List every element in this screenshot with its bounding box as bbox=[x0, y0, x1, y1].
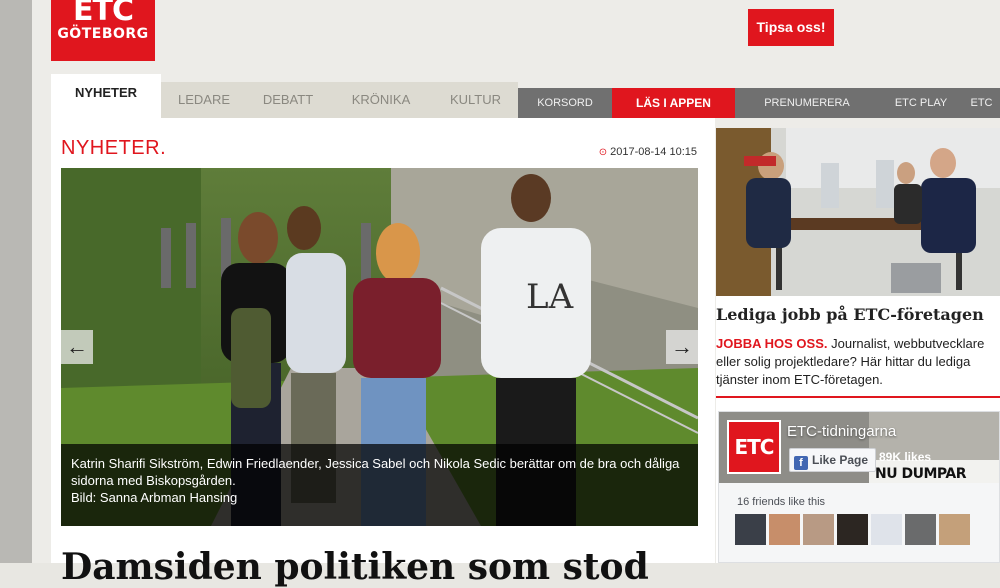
jobs-ad-text: JOBBA HOS OSS. Journalist, webbutvecklar… bbox=[716, 335, 996, 389]
divider bbox=[716, 396, 1000, 398]
tip-button[interactable]: Tipsa oss! bbox=[748, 9, 834, 46]
friend-avatar[interactable] bbox=[939, 514, 970, 545]
tab-debatt[interactable]: DEBATT bbox=[247, 82, 329, 118]
facebook-widget: ETC ETC-tidningarna f Like Page 89K likes… bbox=[718, 411, 1000, 563]
nav-las-i-appen[interactable]: LÄS I APPEN bbox=[612, 88, 735, 118]
article-date: ⊙ 2017-08-14 10:15 bbox=[599, 146, 697, 158]
tab-kronika[interactable]: KRÖNIKA bbox=[329, 82, 433, 118]
tab-kultur[interactable]: KULTUR bbox=[433, 82, 518, 118]
date-text: 2017-08-14 10:15 bbox=[610, 146, 697, 158]
like-page-label: Like Page bbox=[812, 453, 869, 467]
facebook-likes-count: 89K likes bbox=[879, 450, 932, 464]
left-gutter bbox=[0, 0, 32, 563]
article-area: NYHETER. ⊙ 2017-08-14 10:15 LA ← → Katri… bbox=[51, 118, 715, 588]
cover-text: NU DUMPAR bbox=[875, 466, 966, 482]
caption-text: Katrin Sharifi Sikström, Edwin Friedlaen… bbox=[71, 456, 680, 488]
friend-avatar[interactable] bbox=[837, 514, 868, 545]
next-arrow-icon[interactable]: → bbox=[666, 330, 698, 364]
site-logo[interactable]: ETC GÖTEBORG bbox=[51, 0, 155, 61]
section-title: NYHETER. bbox=[61, 137, 167, 159]
facebook-page-name[interactable]: ETC-tidningarna bbox=[787, 423, 896, 440]
friend-avatar[interactable] bbox=[905, 514, 936, 545]
friend-avatar[interactable] bbox=[735, 514, 766, 545]
logo-city: GÖTEBORG bbox=[57, 26, 149, 42]
tab-nyheter[interactable]: NYHETER bbox=[51, 74, 161, 118]
friend-avatar[interactable] bbox=[769, 514, 800, 545]
like-page-button[interactable]: f Like Page bbox=[789, 448, 877, 472]
hero-photo[interactable]: LA ← → Katrin Sharifi Sikström, Edwin Fr… bbox=[61, 168, 698, 526]
facebook-page-logo[interactable]: ETC bbox=[727, 420, 781, 474]
friend-avatar[interactable] bbox=[871, 514, 902, 545]
photo-credit: Bild: Sanna Arbman Hansing bbox=[71, 490, 238, 505]
nav-korsord[interactable]: KORSORD bbox=[518, 88, 612, 118]
logo-text: ETC bbox=[73, 0, 134, 28]
article-headline[interactable]: Damsiden politiken som stod bbox=[61, 546, 649, 588]
photo-caption: Katrin Sharifi Sikström, Edwin Friedlaen… bbox=[61, 444, 698, 526]
svg-text:LA: LA bbox=[526, 277, 574, 317]
tab-ledare[interactable]: LEDARE bbox=[161, 82, 247, 118]
page: ETC GÖTEBORG Tipsa oss! NYHETER LEDARE D… bbox=[32, 0, 1000, 588]
friends-count: 16 friends like this bbox=[737, 496, 826, 508]
jobs-ad-photo[interactable] bbox=[716, 128, 1000, 296]
nav-etc[interactable]: ETC bbox=[963, 88, 1000, 118]
friend-avatar[interactable] bbox=[803, 514, 834, 545]
facebook-icon: f bbox=[794, 456, 808, 470]
jobs-ad-image bbox=[716, 128, 1000, 296]
nav-prenumerera[interactable]: PRENUMERERA bbox=[735, 88, 879, 118]
nav-etc-play[interactable]: ETC PLAY bbox=[879, 88, 963, 118]
clock-icon: ⊙ bbox=[598, 147, 608, 158]
jobs-ad-title[interactable]: Lediga jobb på ETC-företagen bbox=[716, 305, 984, 324]
secondary-nav: KORSORD LÄS I APPEN PRENUMERERA ETC PLAY… bbox=[518, 88, 1000, 118]
prev-arrow-icon[interactable]: ← bbox=[61, 330, 93, 364]
sidebar: Lediga jobb på ETC-företagen JOBBA HOS O… bbox=[716, 128, 1000, 563]
facebook-cover[interactable]: ETC ETC-tidningarna f Like Page 89K likes… bbox=[719, 412, 999, 483]
jobs-ad-lead: JOBBA HOS OSS. bbox=[716, 336, 828, 351]
